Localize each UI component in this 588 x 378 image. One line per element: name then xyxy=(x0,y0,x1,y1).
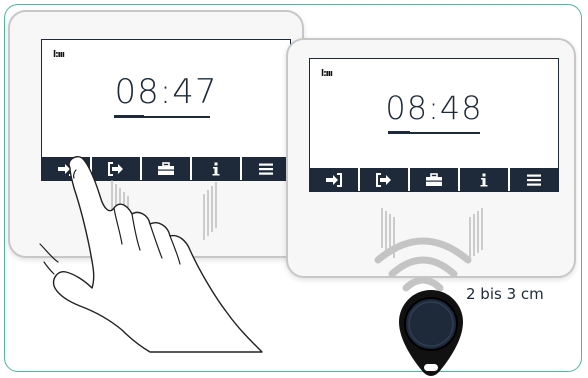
hand-pointing-icon xyxy=(39,156,263,353)
